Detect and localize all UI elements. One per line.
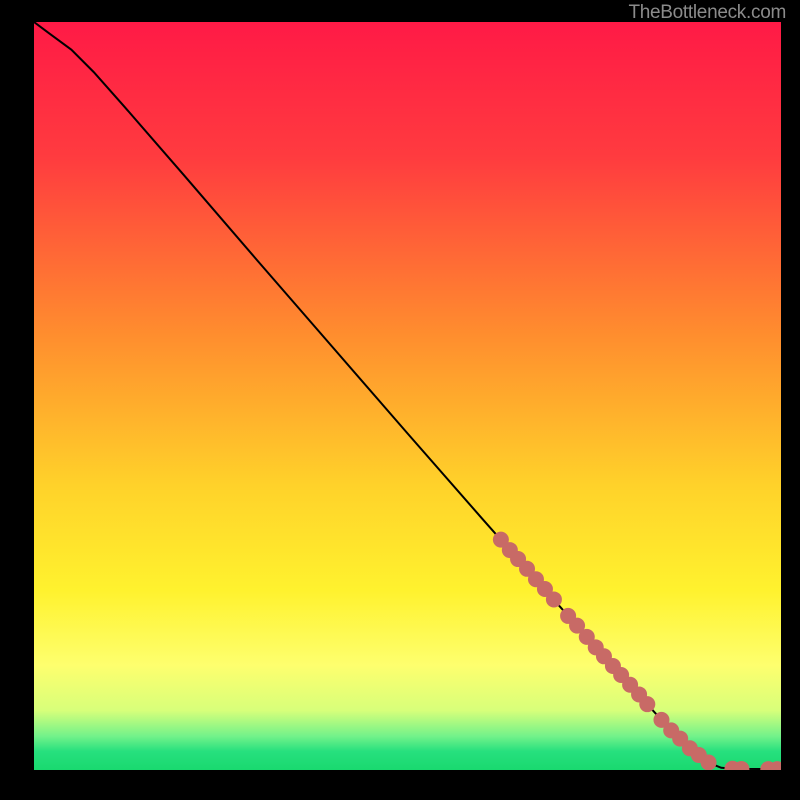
chart-svg	[34, 22, 781, 770]
data-marker	[639, 696, 655, 712]
data-marker	[701, 755, 717, 770]
plot-area	[34, 22, 781, 770]
attribution-text: TheBottleneck.com	[628, 2, 786, 24]
chart-container: TheBottleneck.com	[0, 0, 800, 800]
data-marker	[546, 591, 562, 607]
gradient-background	[34, 22, 781, 770]
